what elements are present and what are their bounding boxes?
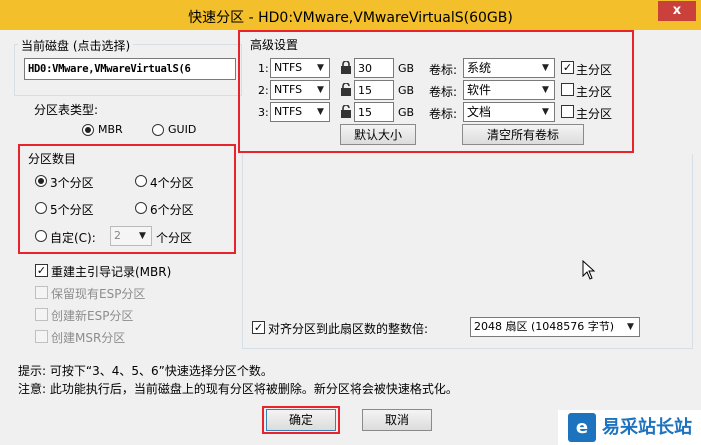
row2-primary-checkbox[interactable] xyxy=(561,83,574,96)
chevron-down-icon: ▼ xyxy=(542,85,549,95)
lock-closed-icon[interactable] xyxy=(340,61,352,74)
current-disk-field[interactable]: HD0:VMware,VMwareVirtualS(6 xyxy=(24,58,236,80)
checkbox-msr[interactable] xyxy=(35,330,48,343)
checkbox-msr-label: 创建MSR分区 xyxy=(51,331,126,345)
checkbox-keep-esp[interactable] xyxy=(35,286,48,299)
lock-open-icon[interactable] xyxy=(340,83,352,96)
current-disk-label: 当前磁盘 (点击选择) xyxy=(18,37,134,54)
row3-unit: GB xyxy=(398,106,415,119)
row2-primary-label: 主分区 xyxy=(576,85,613,99)
radio-3-partitions[interactable] xyxy=(35,175,47,187)
cancel-button[interactable]: 取消 xyxy=(362,409,432,431)
checkbox-new-esp-label: 创建新ESP分区 xyxy=(51,309,134,323)
row3-primary-label: 主分区 xyxy=(576,107,613,121)
row2-volume-caption: 卷标: xyxy=(429,85,458,99)
close-button[interactable]: x xyxy=(658,1,696,21)
radio-3-partitions-label: 3个分区 xyxy=(50,176,94,190)
clear-labels-button[interactable]: 清空所有卷标 xyxy=(462,124,584,145)
align-checkbox[interactable]: ✓ xyxy=(252,321,265,334)
chevron-down-icon: ▼ xyxy=(542,107,549,117)
checkbox-new-esp[interactable] xyxy=(35,308,48,321)
row3-volume-caption: 卷标: xyxy=(429,107,458,121)
custom-count-value: 2 xyxy=(114,229,121,242)
row1-volume-select[interactable]: 系统 ▼ xyxy=(463,58,555,78)
radio-4-partitions-label: 4个分区 xyxy=(150,176,194,190)
advanced-settings-label: 高级设置 xyxy=(250,38,299,52)
window-title: 快速分区 - HD0:VMware,VMwareVirtualS(60GB) xyxy=(188,10,513,26)
radio-6-partitions[interactable] xyxy=(135,202,147,214)
custom-count-suffix: 个分区 xyxy=(156,231,193,245)
chevron-down-icon: ▼ xyxy=(139,231,146,241)
dialog-client: 当前磁盘 (点击选择) HD0:VMware,VMwareVirtualS(6 … xyxy=(6,30,695,441)
radio-4-partitions[interactable] xyxy=(135,175,147,187)
tip-line-2: 注意: 此功能执行后，当前磁盘上的现有分区将被删除。新分区将会被快速格式化。 xyxy=(18,382,458,396)
custom-count-select[interactable]: 2 ▼ xyxy=(110,226,152,246)
row2-volume-select[interactable]: 软件 ▼ xyxy=(463,80,555,100)
watermark-logo-icon: e xyxy=(568,413,596,442)
row3-size-input[interactable]: 15 xyxy=(354,102,394,122)
chevron-down-icon: ▼ xyxy=(542,63,549,73)
chevron-down-icon: ▼ xyxy=(317,63,324,73)
row3-volume-select[interactable]: 文档 ▼ xyxy=(463,102,555,122)
chevron-down-icon: ▼ xyxy=(317,85,324,95)
radio-guid-label: GUID xyxy=(168,123,197,136)
radio-custom-label: 自定(C): xyxy=(50,231,96,245)
row2-fs-select[interactable]: NTFS ▼ xyxy=(270,80,330,100)
row1-size-input[interactable]: 30 xyxy=(354,58,394,78)
row1-primary-label: 主分区 xyxy=(576,63,613,77)
partition-count-label: 分区数目 xyxy=(28,152,77,166)
radio-mbr-label: MBR xyxy=(98,123,123,136)
default-size-button[interactable]: 默认大小 xyxy=(340,124,416,145)
row2-index: 2: xyxy=(258,84,269,97)
checkbox-keep-esp-label: 保留现有ESP分区 xyxy=(51,287,146,301)
radio-guid[interactable] xyxy=(152,124,164,136)
row1-unit: GB xyxy=(398,62,415,75)
row1-primary-checkbox[interactable]: ✓ xyxy=(561,61,574,74)
ok-button[interactable]: 确定 xyxy=(266,409,336,431)
row3-primary-checkbox[interactable] xyxy=(561,105,574,118)
tip-line-1: 提示: 可按下“3、4、5、6”快速选择分区个数。 xyxy=(18,364,273,378)
watermark-text: 易采站长站 xyxy=(602,417,692,438)
row2-volume-value: 软件 xyxy=(467,83,492,97)
row3-volume-value: 文档 xyxy=(467,105,492,119)
checkbox-rebuild-mbr[interactable]: ✓ xyxy=(35,264,48,277)
radio-custom[interactable] xyxy=(35,230,47,242)
row2-size-input[interactable]: 15 xyxy=(354,80,394,100)
row1-fs-value: NTFS xyxy=(274,61,303,74)
chevron-down-icon: ▼ xyxy=(627,322,634,332)
row1-volume-caption: 卷标: xyxy=(429,63,458,77)
row2-unit: GB xyxy=(398,84,415,97)
radio-6-partitions-label: 6个分区 xyxy=(150,203,194,217)
row1-fs-select[interactable]: NTFS ▼ xyxy=(270,58,330,78)
row3-fs-value: NTFS xyxy=(274,105,303,118)
checkbox-rebuild-mbr-label: 重建主引导记录(MBR) xyxy=(51,265,172,279)
chevron-down-icon: ▼ xyxy=(317,107,324,117)
lock-open-icon[interactable] xyxy=(340,105,352,118)
row1-volume-value: 系统 xyxy=(467,61,492,75)
align-label: 对齐分区到此扇区数的整数倍: xyxy=(268,322,429,336)
row3-index: 3: xyxy=(258,106,269,119)
radio-5-partitions[interactable] xyxy=(35,202,47,214)
mouse-cursor-icon xyxy=(582,260,596,280)
row1-index: 1: xyxy=(258,62,269,75)
radio-mbr[interactable] xyxy=(82,124,94,136)
align-value: 2048 扇区 (1048576 字节) xyxy=(474,320,615,333)
align-select[interactable]: 2048 扇区 (1048576 字节) ▼ xyxy=(470,317,640,337)
partition-table-label: 分区表类型: xyxy=(34,103,99,117)
row2-fs-value: NTFS xyxy=(274,83,303,96)
watermark: e 易采站长站 xyxy=(558,410,701,445)
row3-fs-select[interactable]: NTFS ▼ xyxy=(270,102,330,122)
radio-5-partitions-label: 5个分区 xyxy=(50,203,94,217)
